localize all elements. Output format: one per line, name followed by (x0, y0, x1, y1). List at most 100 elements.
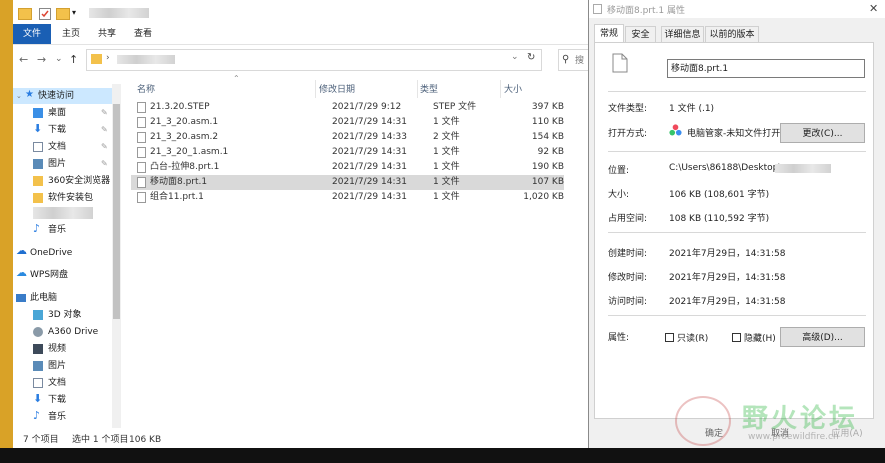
nav-3d-objects[interactable]: 3D 对象 (13, 307, 113, 323)
file-name-field[interactable]: 移动面8.prt.1 (667, 59, 865, 78)
nav-label: 下载 (48, 395, 67, 405)
nav-music-quick[interactable]: ♪ 音乐 (13, 222, 113, 238)
qa-dropdown-icon[interactable]: ▾ (72, 8, 80, 18)
nav-documents-pc[interactable]: 文档 (13, 375, 113, 391)
music-icon: ♪ (33, 222, 41, 235)
search-input[interactable]: ⚲ 搜 (558, 49, 589, 71)
file-row[interactable]: 21_3_20.asm.2 2021/7/29 14:33 2 文件 154 KB (131, 130, 564, 145)
status-bar: 7 个项目 选中 1 个项目 106 KB (13, 432, 588, 448)
download-icon: ⬇ (33, 392, 43, 405)
address-bar[interactable]: › ⌄ ↻ (86, 49, 542, 71)
nav-documents[interactable]: 文档 ✎ (13, 139, 113, 155)
readonly-label[interactable]: 只读(R) (677, 331, 708, 344)
tab-view[interactable]: 查看 (129, 24, 157, 44)
nav-pictures[interactable]: 图片 ✎ (13, 156, 113, 172)
general-panel: 移动面8.prt.1 文件类型: 1 文件 (.1) 打开方式: 电脑管家-未知… (594, 42, 874, 419)
readonly-checkbox[interactable] (665, 333, 674, 342)
nav-software-packages[interactable]: 软件安装包 (13, 190, 113, 206)
advanced-button[interactable]: 高级(D)... (780, 327, 865, 347)
file-type: 2 文件 (433, 132, 460, 142)
picture-icon (33, 361, 43, 371)
tab-share[interactable]: 共享 (93, 24, 121, 44)
file-type: 1 文件 (433, 117, 460, 127)
file-name: 移动面8.prt.1 (150, 177, 208, 187)
pin-icon: ✎ (101, 142, 108, 151)
file-name: 21_3_20_1.asm.1 (150, 147, 229, 157)
status-size: 106 KB (129, 435, 162, 445)
disk-size-label: 占用空间: (608, 214, 648, 224)
back-button[interactable]: ← (19, 53, 28, 66)
refresh-button[interactable]: ↻ (527, 52, 535, 63)
nav-wps-drive[interactable]: ☁ WPS网盘 (13, 266, 113, 283)
nav-videos[interactable]: 视频 (13, 341, 113, 357)
file-name: 21_3_20.asm.1 (150, 117, 219, 127)
modified-value: 2021年7月29日，14:31:58 (669, 273, 786, 283)
file-type: STEP 文件 (433, 102, 477, 112)
forward-button[interactable]: → (37, 53, 46, 66)
column-header-name[interactable]: 名称 (137, 82, 155, 95)
file-row[interactable]: 21_3_20_1.asm.1 2021/7/29 14:31 1 文件 92 KB (131, 145, 564, 160)
nav-quick-access[interactable]: ⌄ ★ 快速访问 (13, 88, 113, 104)
chevron-down-icon[interactable]: ⌄ (16, 88, 22, 104)
file-row[interactable]: 移动面8.prt.1 2021/7/29 14:31 1 文件 107 KB (131, 175, 564, 190)
nav-this-pc[interactable]: 此电脑 (13, 290, 113, 306)
column-divider[interactable] (315, 80, 316, 98)
file-date: 2021/7/29 14:33 (332, 132, 407, 142)
window-title-blurred (89, 8, 149, 18)
file-size: 110 KB (531, 117, 564, 127)
file-row[interactable]: 21_3_20.asm.1 2021/7/29 14:31 1 文件 110 KB (131, 115, 564, 130)
cube-icon (33, 310, 43, 320)
file-icon (593, 4, 602, 14)
file-row[interactable]: 组合11.prt.1 2021/7/29 14:31 1 文件 1,020 KB (131, 190, 564, 205)
nav-onedrive[interactable]: ☁ OneDrive (13, 244, 113, 261)
status-item-count: 7 个项目 (23, 435, 59, 445)
nav-a360-drive[interactable]: A360 Drive (13, 324, 113, 340)
folder-icon (18, 8, 32, 20)
recent-locations-button[interactable]: ⌄ (55, 54, 63, 64)
accessed-label: 访问时间: (608, 297, 648, 307)
nav-360-browser[interactable]: 360安全浏览器 (13, 173, 113, 189)
change-button[interactable]: 更改(C)... (780, 123, 865, 143)
tab-general[interactable]: 常规 (594, 24, 624, 43)
tab-security[interactable]: 安全 (625, 26, 656, 43)
file-size: 190 KB (531, 162, 564, 172)
folder-icon (33, 176, 43, 186)
nav-music-pc[interactable]: ♪ 音乐 (13, 409, 113, 425)
tab-previous-versions[interactable]: 以前的版本 (705, 26, 759, 43)
nav-label: 360安全浏览器 (48, 176, 111, 186)
properties-icon[interactable] (39, 8, 51, 20)
scrollbar-thumb[interactable] (113, 104, 120, 319)
document-icon (33, 378, 43, 388)
address-dropdown-icon[interactable]: ⌄ (511, 52, 519, 62)
up-button[interactable]: ↑ (69, 53, 78, 66)
new-folder-icon[interactable] (56, 8, 70, 20)
file-large-icon (612, 53, 628, 73)
file-date: 2021/7/29 9:12 (332, 102, 402, 112)
column-divider[interactable] (500, 80, 501, 98)
file-icon (137, 102, 146, 113)
tab-details[interactable]: 详细信息 (661, 26, 704, 43)
location-blurred (775, 164, 831, 173)
column-divider[interactable] (417, 80, 418, 98)
hidden-checkbox[interactable] (732, 333, 741, 342)
sort-ascending-icon: ⌃ (233, 74, 240, 83)
tab-home[interactable]: 主页 (57, 24, 85, 44)
nav-label: OneDrive (30, 248, 73, 258)
file-size: 92 KB (537, 147, 564, 157)
tab-file[interactable]: 文件 (13, 24, 51, 44)
nav-downloads[interactable]: ⬇ 下载 ✎ (13, 122, 113, 138)
nav-pictures-pc[interactable]: 图片 (13, 358, 113, 374)
close-icon[interactable]: ✕ (869, 2, 878, 15)
column-header-date[interactable]: 修改日期 (319, 82, 355, 95)
nav-downloads-pc[interactable]: ⬇ 下载 (13, 392, 113, 408)
column-header-size[interactable]: 大小 (504, 82, 522, 95)
hidden-label[interactable]: 隐藏(H) (744, 331, 776, 344)
column-header-type[interactable]: 类型 (420, 82, 438, 95)
file-row[interactable]: 凸台-拉伸8.prt.1 2021/7/29 14:31 1 文件 190 KB (131, 160, 564, 175)
location-label: 位置: (608, 166, 630, 176)
nav-desktop[interactable]: 桌面 ✎ (13, 105, 113, 121)
nav-label: 下载 (48, 125, 67, 135)
taskbar-strip (0, 448, 885, 463)
file-row[interactable]: 21.3.20.STEP 2021/7/29 9:12 STEP 文件 397 KB (131, 100, 564, 115)
nav-pane-scrollbar[interactable] (112, 84, 121, 428)
